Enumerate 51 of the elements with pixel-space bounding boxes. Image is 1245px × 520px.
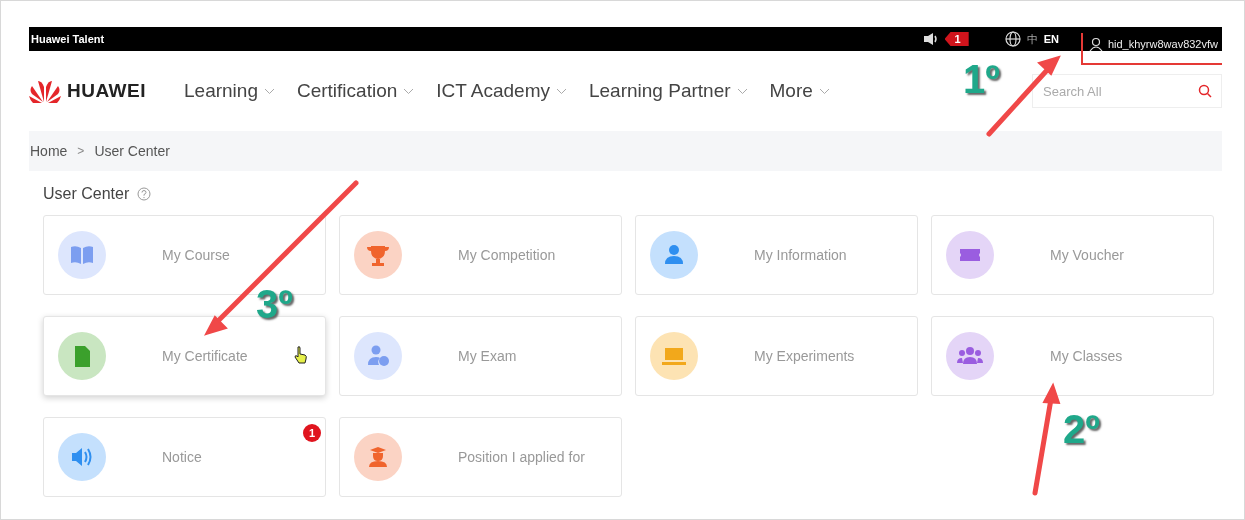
notice-count: 1	[944, 32, 969, 46]
user-icon	[1088, 37, 1103, 51]
nav-menu-item[interactable]: Learning Partner	[589, 80, 748, 102]
chevron-icon	[263, 87, 275, 95]
card-label: My Competition	[458, 247, 556, 263]
card-label: My Certificate	[162, 348, 248, 364]
card-label: My Course	[162, 247, 230, 263]
section-title: User Center	[43, 185, 130, 203]
speaker-icon[interactable]	[922, 32, 939, 46]
card-label: My Exam	[458, 348, 517, 364]
notification-badge: 1	[303, 424, 321, 442]
nav-menu-item[interactable]: Learning	[184, 80, 275, 102]
ticket-icon	[946, 231, 994, 279]
hand-cursor-icon	[294, 346, 308, 364]
search-icon[interactable]	[1198, 84, 1212, 98]
menu-card[interactable]: Notice 1	[43, 417, 326, 497]
nav-menu-item[interactable]: More	[769, 80, 830, 102]
user-menu[interactable]: hid_khyrw8wav832vfw	[1080, 33, 1222, 65]
book-icon	[58, 231, 106, 279]
graduate-icon	[354, 433, 402, 481]
chevron-icon	[818, 87, 830, 95]
chevron-icon	[736, 87, 748, 95]
globe-icon[interactable]	[1004, 31, 1021, 47]
site-name: Huawei Talent	[30, 33, 105, 45]
language-option[interactable]: 中	[1026, 31, 1038, 47]
breadcrumb-separator: >	[77, 144, 85, 158]
language-option[interactable]: EN	[1043, 33, 1059, 45]
step-number: 2º	[1063, 409, 1100, 449]
card-label: Notice	[162, 449, 202, 465]
trophy-icon	[354, 231, 402, 279]
breadcrumb-link[interactable]: User Center	[94, 143, 170, 159]
card-label: My Classes	[1050, 348, 1123, 364]
nav-menu-item[interactable]: Certification	[296, 80, 415, 102]
card-label: My Voucher	[1050, 247, 1124, 263]
speaker-icon	[58, 433, 106, 481]
nav-menu-item[interactable]: ICT Academy	[436, 80, 567, 102]
brand-name: HUAWEI	[67, 80, 146, 102]
username: hid_khyrw8wav832vfw	[1107, 38, 1218, 50]
chevron-icon	[403, 87, 415, 95]
search-field[interactable]: Search All	[1032, 74, 1222, 108]
card-label: Position I applied for	[458, 449, 585, 465]
person-icon	[650, 231, 698, 279]
card-label: My Information	[754, 247, 847, 263]
step-number: 1º	[963, 59, 1000, 99]
group-icon	[946, 332, 994, 380]
card-label: My Experiments	[754, 348, 855, 364]
chevron-icon	[556, 87, 567, 95]
logo-icon	[29, 79, 61, 103]
document-icon	[58, 332, 106, 380]
laptop-icon	[650, 332, 698, 380]
breadcrumb-link[interactable]: Home	[30, 143, 68, 159]
